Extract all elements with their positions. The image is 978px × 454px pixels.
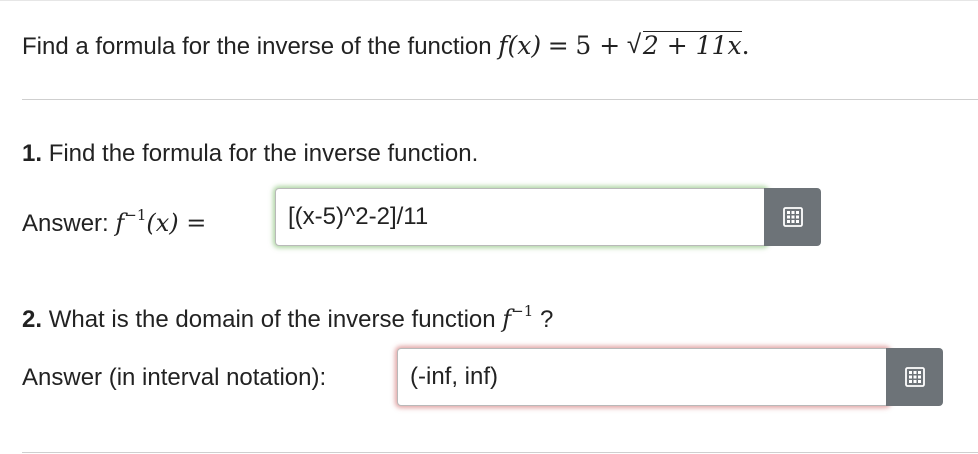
part2-title: 2. What is the domain of the inverse fun… bbox=[22, 297, 553, 336]
problem-prefix: Find a formula for the inverse of the fu… bbox=[22, 33, 492, 60]
part2-answer-label: Answer (in interval notation): bbox=[22, 364, 327, 391]
inverse-arg: (x) = bbox=[146, 209, 207, 237]
part2-answer-input[interactable]: (-inf, inf) bbox=[397, 348, 889, 406]
sqrt-symbol: √ bbox=[626, 29, 642, 59]
sqrt-expression: √ 2 + 11x bbox=[626, 29, 742, 63]
part2-inverse-exponent: −1 bbox=[511, 302, 534, 320]
part1-answer-label: Answer: f−1(x) = bbox=[22, 201, 206, 240]
top-border bbox=[0, 0, 978, 1]
equation-palette-icon bbox=[904, 367, 925, 387]
part2-number: 2. bbox=[22, 306, 43, 333]
bottom-divider bbox=[22, 452, 978, 453]
part2-inverse-f: f bbox=[502, 305, 512, 333]
inverse-exponent: −1 bbox=[124, 206, 147, 224]
section-divider bbox=[22, 99, 978, 100]
problem-period: . bbox=[741, 31, 750, 60]
part1-equation-palette-button[interactable] bbox=[764, 188, 821, 246]
part2-text: What is the domain of the inverse functi… bbox=[48, 306, 496, 333]
problem-statement: Find a formula for the inverse of the fu… bbox=[22, 29, 750, 63]
part1-title: 1. Find the formula for the inverse func… bbox=[22, 138, 478, 170]
part2-question-mark: ? bbox=[539, 306, 554, 333]
equals-sign: = bbox=[547, 31, 569, 60]
problem-card: Find a formula for the inverse of the fu… bbox=[0, 0, 978, 454]
function-name: f(x) bbox=[498, 31, 542, 60]
part2-equation-palette-button[interactable] bbox=[886, 348, 943, 406]
part1-answer-input[interactable]: [(x-5)^2-2]/11 bbox=[275, 188, 767, 246]
part1-text: Find the formula for the inverse functio… bbox=[48, 140, 479, 167]
equation-palette-icon bbox=[782, 207, 803, 227]
answer-prefix: Answer: bbox=[22, 210, 109, 237]
constant-term: 5 + bbox=[575, 31, 621, 60]
sqrt-argument: 2 + 11x bbox=[642, 31, 742, 60]
part1-number: 1. bbox=[22, 140, 43, 167]
inverse-f: f bbox=[115, 209, 125, 237]
